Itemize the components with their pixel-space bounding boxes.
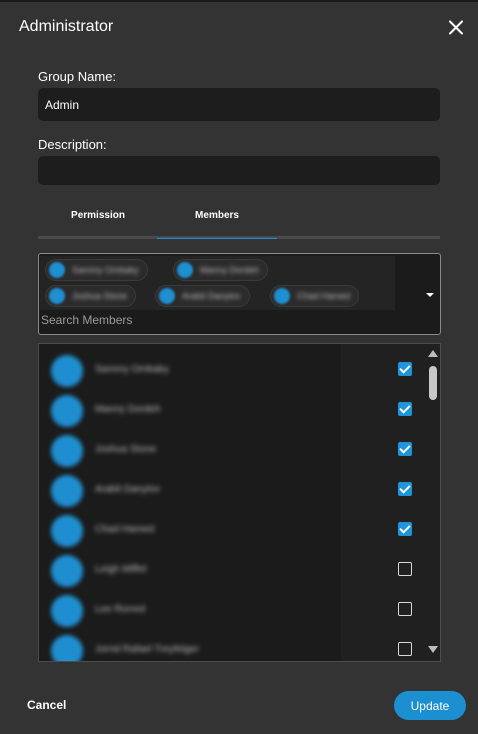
checkbox-checked-icon[interactable] — [398, 402, 412, 416]
avatar — [51, 515, 83, 547]
chevron-down-icon[interactable] — [426, 293, 434, 297]
checkbox-unchecked-icon[interactable] — [398, 642, 412, 656]
avatar — [159, 288, 175, 304]
member-chip-label: Joshua Stone — [72, 291, 128, 301]
member-name: Jorrid Rafael Treyfelger — [95, 644, 199, 655]
active-tab-indicator — [157, 238, 277, 239]
avatar — [49, 288, 65, 304]
checkbox-checked-icon[interactable] — [398, 362, 412, 376]
member-name: Joshua Stone — [95, 444, 157, 455]
avatar — [51, 635, 83, 661]
avatar — [177, 262, 193, 278]
list-item[interactable]: Manny Dordeh — [39, 390, 427, 430]
member-name: Leigh Miffet — [95, 564, 147, 575]
tab-members[interactable]: Members — [157, 210, 277, 221]
member-chip-label: Manny Dordeh — [200, 265, 260, 275]
close-icon[interactable] — [448, 19, 465, 36]
list-item[interactable]: Chad Hamed — [39, 510, 427, 550]
member-list: Sammy Ombaky Manny Dordeh Joshua Stone A… — [38, 343, 441, 662]
member-chip[interactable]: Joshua Stone — [45, 285, 137, 307]
administrator-dialog: Administrator Group Name: Description: P… — [0, 0, 478, 734]
avatar — [274, 288, 290, 304]
member-name: Lee Rorred — [95, 604, 146, 615]
list-item[interactable]: Joshua Stone — [39, 430, 427, 470]
list-item[interactable]: Leigh Miffet — [39, 550, 427, 590]
list-item[interactable]: Jorrid Rafael Treyfelger — [39, 630, 427, 661]
member-chip[interactable]: Manny Dordeh — [173, 259, 269, 281]
list-item[interactable]: Arabit Danylov — [39, 470, 427, 510]
avatar — [51, 555, 83, 587]
update-button[interactable]: Update — [394, 691, 466, 720]
list-item[interactable]: Sammy Ombaky — [39, 350, 427, 390]
dialog-title: Administrator — [19, 18, 114, 35]
checkbox-unchecked-icon[interactable] — [398, 562, 412, 576]
members-multiselect[interactable]: Sammy Ombaky Manny Dordeh Joshua Stone A… — [38, 253, 441, 335]
checkbox-unchecked-icon[interactable] — [398, 602, 412, 616]
checkbox-checked-icon[interactable] — [398, 482, 412, 496]
list-item[interactable]: Lee Rorred — [39, 590, 427, 630]
avatar — [49, 262, 65, 278]
member-chip[interactable]: Arabit Danylov — [155, 285, 250, 307]
member-name: Sammy Ombaky — [95, 364, 169, 375]
cancel-button[interactable]: Cancel — [27, 698, 66, 712]
search-members-input[interactable] — [41, 311, 381, 329]
member-chip-label: Sammy Ombaky — [72, 265, 139, 275]
checkbox-checked-icon[interactable] — [398, 442, 412, 456]
member-chip-label: Chad Hamed — [297, 291, 351, 301]
member-name: Manny Dordeh — [95, 404, 161, 415]
description-label: Description: — [38, 137, 107, 152]
member-chip-label: Arabit Danylov — [182, 291, 241, 301]
scroll-down-icon[interactable] — [428, 646, 438, 653]
selected-members-chips: Sammy Ombaky Manny Dordeh Joshua Stone A… — [40, 256, 395, 310]
description-input[interactable] — [38, 156, 440, 185]
tab-bar: Permission Members — [38, 202, 440, 239]
scroll-up-icon[interactable] — [428, 350, 438, 357]
checkbox-checked-icon[interactable] — [398, 522, 412, 536]
group-name-input[interactable] — [38, 88, 440, 121]
member-chip[interactable]: Chad Hamed — [270, 285, 360, 307]
avatar — [51, 395, 83, 427]
avatar — [51, 595, 83, 627]
group-name-label: Group Name: — [38, 69, 117, 84]
tab-permission[interactable]: Permission — [38, 210, 158, 221]
member-name: Chad Hamed — [95, 524, 154, 535]
avatar — [51, 355, 83, 387]
member-name: Arabit Danylov — [95, 484, 161, 495]
avatar — [51, 475, 83, 507]
avatar — [51, 435, 83, 467]
member-chip[interactable]: Sammy Ombaky — [45, 259, 148, 281]
scrollbar-thumb[interactable] — [429, 366, 437, 400]
